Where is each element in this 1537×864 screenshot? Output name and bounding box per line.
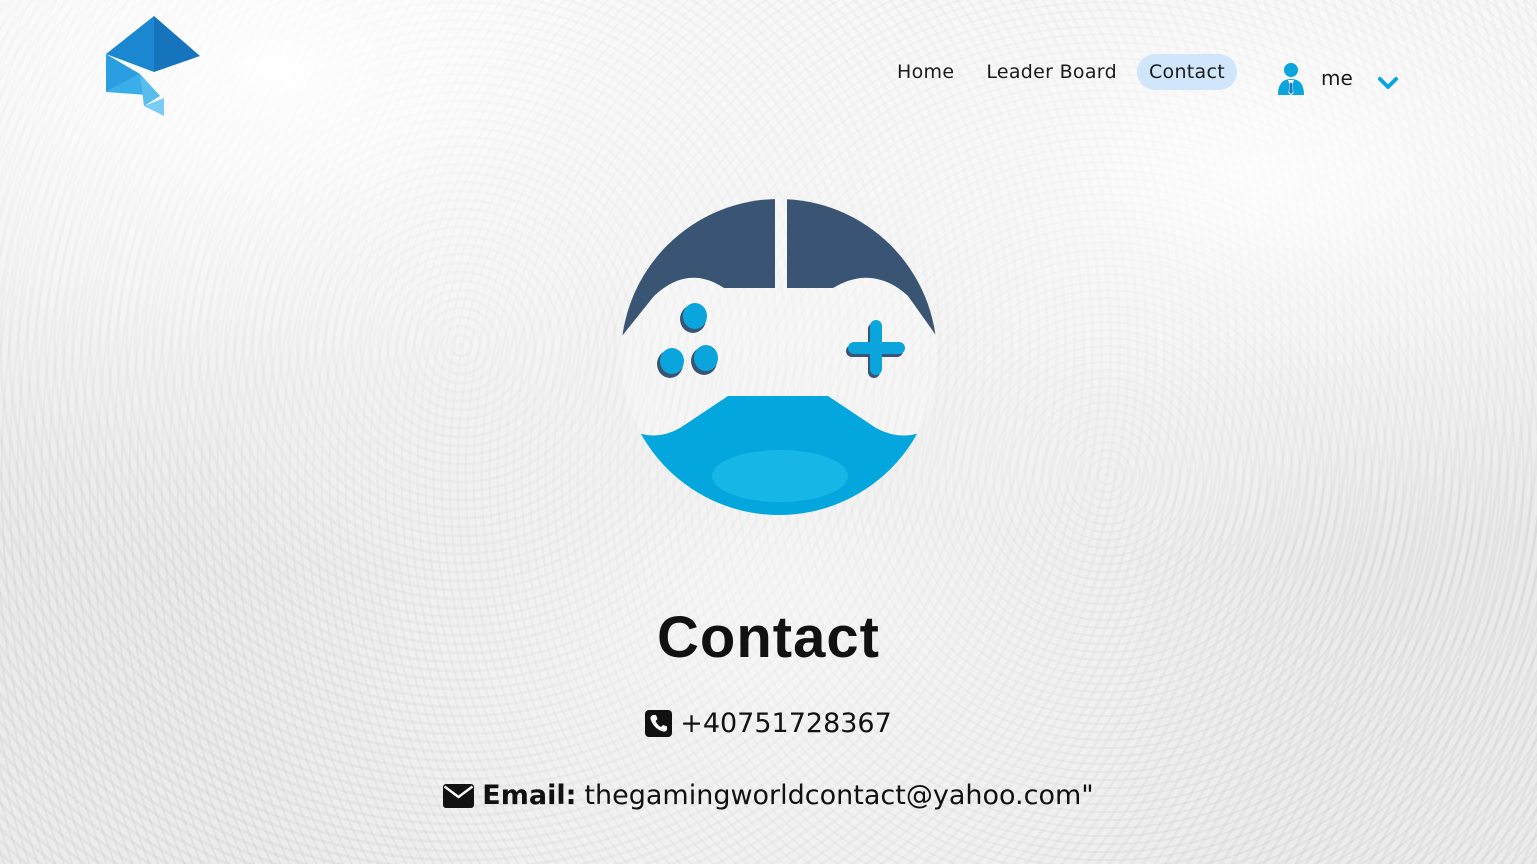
phone-icon: [645, 710, 673, 737]
site-logo[interactable]: [104, 14, 204, 118]
nav-leader-board[interactable]: Leader Board: [974, 54, 1129, 90]
user-menu[interactable]: me: [1276, 58, 1399, 98]
email-line: Email: thegamingworldcontact@yahoo.com": [0, 780, 1537, 811]
main-nav: Home Leader Board Contact: [885, 52, 1245, 92]
user-name: me: [1321, 66, 1353, 90]
envelope-icon: [443, 783, 475, 808]
gamepad-logo: [621, 199, 937, 515]
nav-home[interactable]: Home: [885, 54, 966, 90]
email-address[interactable]: thegamingworldcontact@yahoo.com": [584, 780, 1093, 811]
user-icon: [1278, 63, 1304, 95]
page-title: Contact: [657, 605, 880, 670]
nav-contact[interactable]: Contact: [1136, 54, 1237, 90]
phone-number[interactable]: +40751728367: [680, 708, 892, 739]
email-label: Email:: [482, 780, 577, 811]
phone-line: +40751728367: [0, 708, 1537, 739]
chevron-down-icon[interactable]: [1377, 75, 1399, 91]
